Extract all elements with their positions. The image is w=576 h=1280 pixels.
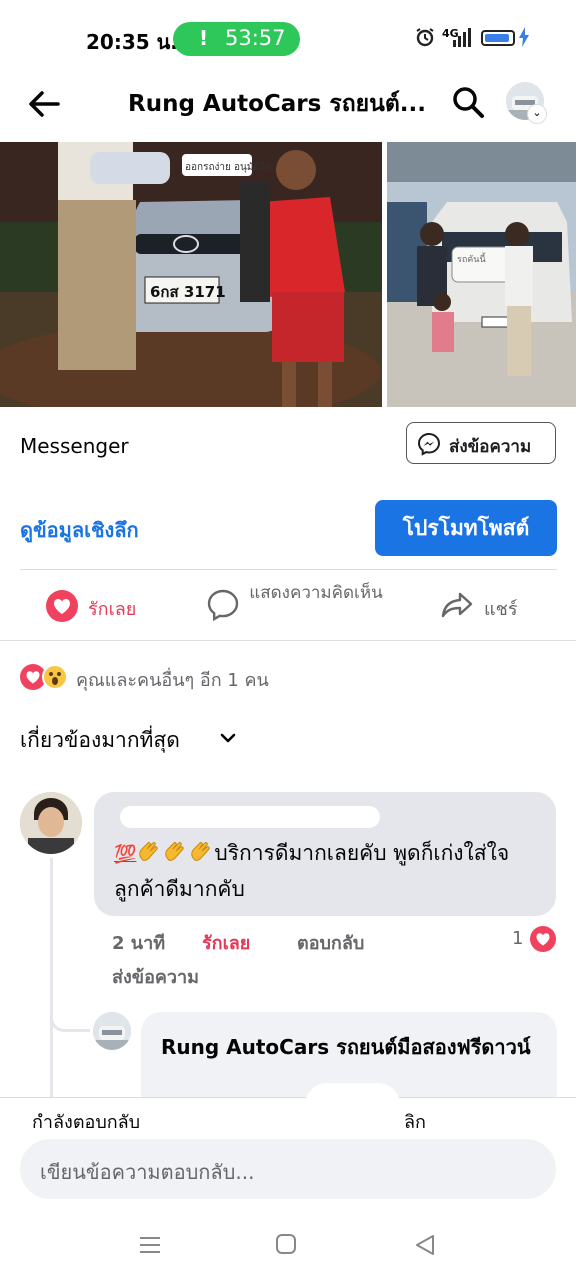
comment-reaction-count: 1 [512,928,524,949]
hundred-emoji: 💯 [114,844,137,865]
view-insights-link[interactable]: ดูข้อมูลเชิงลึก [20,514,139,546]
post-photos: 6กส 3171 ออกรถง่าย อนุมัติไว รถคันนี้ [0,142,576,407]
reply-author-name[interactable]: Rung AutoCars รถยนต์มือสองฟรีดาวน์ [161,1028,541,1067]
send-message-label: ส่งข้อความ [449,437,532,457]
charging-icon [519,27,529,47]
thread-line [50,858,53,1100]
comment-time: 2 นาที [112,933,166,954]
post-photo-2[interactable]: รถคันนี้ [387,142,576,407]
page-avatar[interactable] [93,1012,131,1050]
clock: 20:35 น. [86,30,178,54]
wow-reaction-icon [42,664,68,690]
license-plate: 6กส 3171 [150,283,226,301]
commenter-avatar[interactable] [20,792,82,854]
share-icon [441,592,473,618]
comment-meta: 2 นาที รักเลย ตอบกลับ 1 [112,926,562,958]
promote-post-button[interactable]: โปรโมทโพสต์ [375,500,557,556]
love-label: รักเลย [88,599,137,620]
reactions-text: คุณและคนอื่นๆ อีก 1 คน [76,670,269,691]
chevron-down-icon [220,733,236,743]
insights-row: ดูข้อมูลเชิงลึก โปรโมทโพสต์ [0,496,576,560]
replying-label: กำลังตอบกลับ [32,1112,141,1133]
sign-text: ออกรถง่าย อนุมัติไว [185,161,271,173]
divider [0,640,576,641]
post-actions: รักเลย แสดงความคิดเห็น แชร์ [0,570,576,640]
call-timer-pill[interactable]: ! 53:57 [173,22,300,56]
nav-back-icon[interactable] [414,1234,436,1256]
clap-emoji-icon [139,842,159,861]
comment-label: แสดงความคิดเห็น [249,583,383,603]
battery-icon [481,30,515,46]
call-indicator: ! [199,26,209,50]
clap-emoji-icon [165,842,185,861]
comment-bubble[interactable]: 💯 บริการดีมากเลยคับ พูดก็เก่งใส่ใจลูกค้าด… [94,792,556,916]
messenger-label: Messenger [20,434,129,458]
reactions-summary[interactable]: คุณและคนอื่นๆ อีก 1 คน [20,662,560,692]
cancel-reply-button[interactable]: ลิก [404,1107,426,1136]
back-arrow-icon[interactable] [24,84,64,124]
clap-emoji-icon [191,842,211,861]
comment-text: 💯 บริการดีมากเลยคับ พูดก็เก่งใส่ใจลูกค้าด… [114,836,544,907]
reply-input[interactable]: เขียนข้อความตอบกลับ... [20,1139,556,1199]
alarm-icon [416,28,434,47]
love-reaction-icon [46,590,78,622]
status-bar: 20:35 น. ! 53:57 4G [0,0,576,72]
reply-input-placeholder: เขียนข้อความตอบกลับ... [40,1160,255,1184]
messenger-row: Messenger ส่งข้อความ [0,408,576,482]
divider [0,1097,576,1098]
page-header: Rung AutoCars รถยนต์... ⌄ [0,72,576,140]
share-label: แชร์ [484,599,518,620]
post-photo-1[interactable]: 6กส 3171 ออกรถง่าย อนุมัติไว [0,142,382,407]
page-title: Rung AutoCars รถยนต์... [128,91,426,117]
search-icon[interactable] [450,84,486,120]
home-icon[interactable] [276,1234,296,1254]
send-message-button[interactable]: ส่งข้อความ [406,422,556,464]
redacted-area [305,1083,400,1127]
heart-reaction-icon[interactable] [530,926,556,952]
system-nav-bar [0,1210,576,1280]
call-duration: 53:57 [225,26,286,50]
sort-label: เกี่ยวข้องมากที่สุด [20,728,180,752]
recent-apps-icon[interactable] [139,1234,161,1256]
chevron-down-icon[interactable]: ⌄ [527,104,547,124]
messenger-icon [417,432,441,456]
signal-icon [453,28,471,47]
commenter-name-redacted [120,806,380,828]
thread-connector [50,1008,90,1032]
comment-love-button[interactable]: รักเลย [202,928,250,957]
comment-send-message-button[interactable]: ส่งข้อความ [112,962,199,991]
comment-sort-filter[interactable]: เกี่ยวข้องมากที่สุด [20,724,236,756]
comment-icon [207,589,239,622]
comment-reply-button[interactable]: ตอบกลับ [297,928,364,957]
